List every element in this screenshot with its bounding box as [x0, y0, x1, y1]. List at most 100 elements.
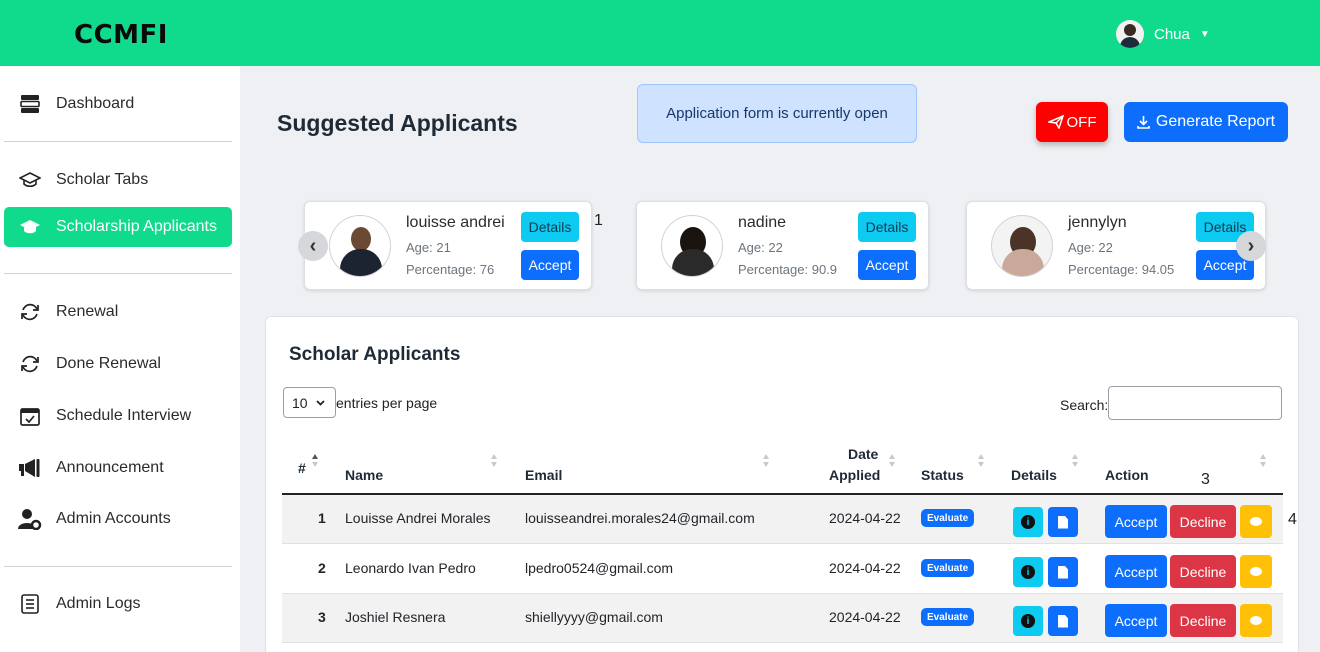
sidebar-item-announcement[interactable]: Announcement — [4, 448, 232, 488]
suggested-applicant-card: louisse andrei Age: 21 Percentage: 76 De… — [304, 201, 592, 290]
column-header-details[interactable]: Details — [1011, 467, 1057, 483]
sidebar-item-schedule-interview[interactable]: Schedule Interview — [4, 396, 232, 436]
carousel-prev-button[interactable]: ‹ — [298, 231, 328, 261]
panel-title: Scholar Applicants — [289, 344, 461, 365]
entries-per-page-select[interactable]: 10 — [283, 387, 336, 418]
sidebar-item-label: Done Renewal — [56, 355, 161, 372]
refresh-icon — [18, 300, 42, 324]
accept-button[interactable]: Accept — [1105, 505, 1167, 538]
column-header-date[interactable]: Date — [848, 446, 878, 462]
annotation-marker: 3 — [1201, 471, 1210, 488]
date-applied-cell: 2024-04-22 — [829, 609, 901, 625]
applicant-name-cell: Louisse Andrei Morales — [345, 510, 491, 526]
column-header-applied[interactable]: Applied — [829, 467, 880, 483]
info-button[interactable] — [1013, 507, 1043, 537]
message-button[interactable] — [1240, 505, 1272, 538]
info-button[interactable] — [1013, 557, 1043, 587]
suggested-applicant-card: jennylyn Age: 22 Percentage: 94.05 Detai… — [966, 201, 1266, 290]
brand-logo-text[interactable]: CCMFI — [74, 20, 168, 50]
date-applied-cell: 2024-04-22 — [829, 510, 901, 526]
sidebar-item-admin-accounts[interactable]: Admin Accounts — [4, 499, 232, 539]
applicant-name-cell: Leonardo Ivan Pedro — [345, 560, 476, 576]
accept-button[interactable]: Accept — [1105, 555, 1167, 588]
applicant-name: louisse andrei — [406, 214, 505, 231]
sidebar-item-renewal[interactable]: Renewal — [4, 292, 232, 332]
sort-icon — [490, 454, 498, 468]
chevron-down-icon — [315, 399, 325, 406]
decline-button[interactable]: Decline — [1170, 555, 1236, 588]
applicant-email-cell: lpedro0524@gmail.com — [525, 560, 674, 576]
decline-button[interactable]: Decline — [1170, 604, 1236, 637]
application-toggle-off-button[interactable]: OFF — [1036, 102, 1108, 142]
applicant-percentage: Percentage: 94.05 — [1068, 262, 1175, 277]
top-navbar: CCMFI Chua ▼ — [0, 0, 1320, 66]
sort-icon — [888, 454, 896, 468]
user-menu[interactable]: Chua ▼ — [1116, 20, 1210, 48]
graduation-cap-icon — [18, 168, 42, 192]
annotation-marker: 1 — [594, 212, 603, 229]
applicant-photo — [329, 215, 391, 277]
applicant-age: Age: 21 — [406, 240, 451, 255]
search-label: Search: — [1060, 397, 1109, 413]
details-button[interactable]: Details — [521, 212, 579, 242]
search-input[interactable] — [1108, 386, 1282, 420]
page-title: Suggested Applicants — [277, 110, 518, 136]
applicant-age: Age: 22 — [1068, 240, 1113, 255]
sidebar-item-label: Scholarship Applicants — [56, 218, 217, 235]
paper-plane-icon — [1047, 115, 1064, 129]
file-button[interactable] — [1048, 606, 1078, 636]
accept-button[interactable]: Accept — [858, 250, 916, 280]
column-header-status[interactable]: Status — [921, 467, 964, 483]
table-row: 3 Joshiel Resnera shiellyyyy@gmail.com 2… — [282, 594, 1283, 643]
column-header-num[interactable]: # — [298, 460, 306, 476]
column-header-email[interactable]: Email — [525, 467, 562, 483]
carousel-next-button[interactable]: › — [1236, 231, 1266, 261]
graduation-cap-icon — [18, 215, 42, 239]
applicant-age: Age: 22 — [738, 240, 783, 255]
applicant-percentage: Percentage: 76 — [406, 262, 495, 277]
sort-icon — [977, 454, 985, 468]
sidebar-item-admin-logs[interactable]: Admin Logs — [4, 584, 232, 624]
applicant-name: nadine — [738, 214, 787, 231]
sidebar-item-dashboard[interactable]: Dashboard — [4, 84, 232, 124]
chevron-right-icon: › — [1247, 234, 1255, 257]
applicant-email-cell: louisseandrei.morales24@gmail.com — [525, 510, 755, 526]
file-button[interactable] — [1048, 507, 1078, 537]
sidebar-item-scholarship-applicants[interactable]: Scholarship Applicants — [4, 207, 232, 247]
file-button[interactable] — [1048, 557, 1078, 587]
table-row: 1 Louisse Andrei Morales louisseandrei.m… — [282, 495, 1283, 544]
message-button[interactable] — [1240, 555, 1272, 588]
message-button[interactable] — [1240, 604, 1272, 637]
details-button[interactable]: Details — [858, 212, 916, 242]
date-applied-cell: 2024-04-22 — [829, 560, 901, 576]
sidebar-item-label: Dashboard — [56, 95, 135, 112]
megaphone-icon — [18, 456, 42, 480]
sort-icon — [311, 454, 319, 468]
column-header-name[interactable]: Name — [345, 467, 383, 483]
chevron-left-icon: ‹ — [309, 234, 317, 257]
user-gear-icon — [18, 507, 42, 531]
sidebar-item-done-renewal[interactable]: Done Renewal — [4, 344, 232, 384]
status-badge: Evaluate — [921, 608, 975, 626]
sidebar-item-label: Schedule Interview — [56, 407, 192, 424]
sidebar-divider — [4, 273, 232, 274]
application-status-alert: Application form is currently open — [637, 84, 917, 143]
entries-per-page-label: entries per page — [336, 394, 438, 411]
sidebar-item-scholar-tabs[interactable]: Scholar Tabs — [4, 160, 232, 200]
sort-icon — [1071, 454, 1079, 468]
refresh-icon — [18, 352, 42, 376]
applicant-name-cell: Joshiel Resnera — [345, 609, 446, 625]
decline-button[interactable]: Decline — [1170, 505, 1236, 538]
generate-report-button[interactable]: Generate Report — [1124, 102, 1288, 142]
sidebar-item-label: Admin Logs — [56, 595, 141, 612]
accept-button[interactable]: Accept — [1105, 604, 1167, 637]
sidebar-item-label: Scholar Tabs — [56, 171, 149, 188]
suggested-applicant-card: nadine Age: 22 Percentage: 90.9 Details … — [636, 201, 929, 290]
user-name: Chua — [1154, 25, 1190, 43]
status-badge: Evaluate — [921, 509, 975, 527]
applicant-photo — [661, 215, 723, 277]
column-header-action[interactable]: Action — [1105, 467, 1149, 483]
info-button[interactable] — [1013, 606, 1043, 636]
applicant-name: jennylyn — [1068, 214, 1127, 231]
accept-button[interactable]: Accept — [521, 250, 579, 280]
